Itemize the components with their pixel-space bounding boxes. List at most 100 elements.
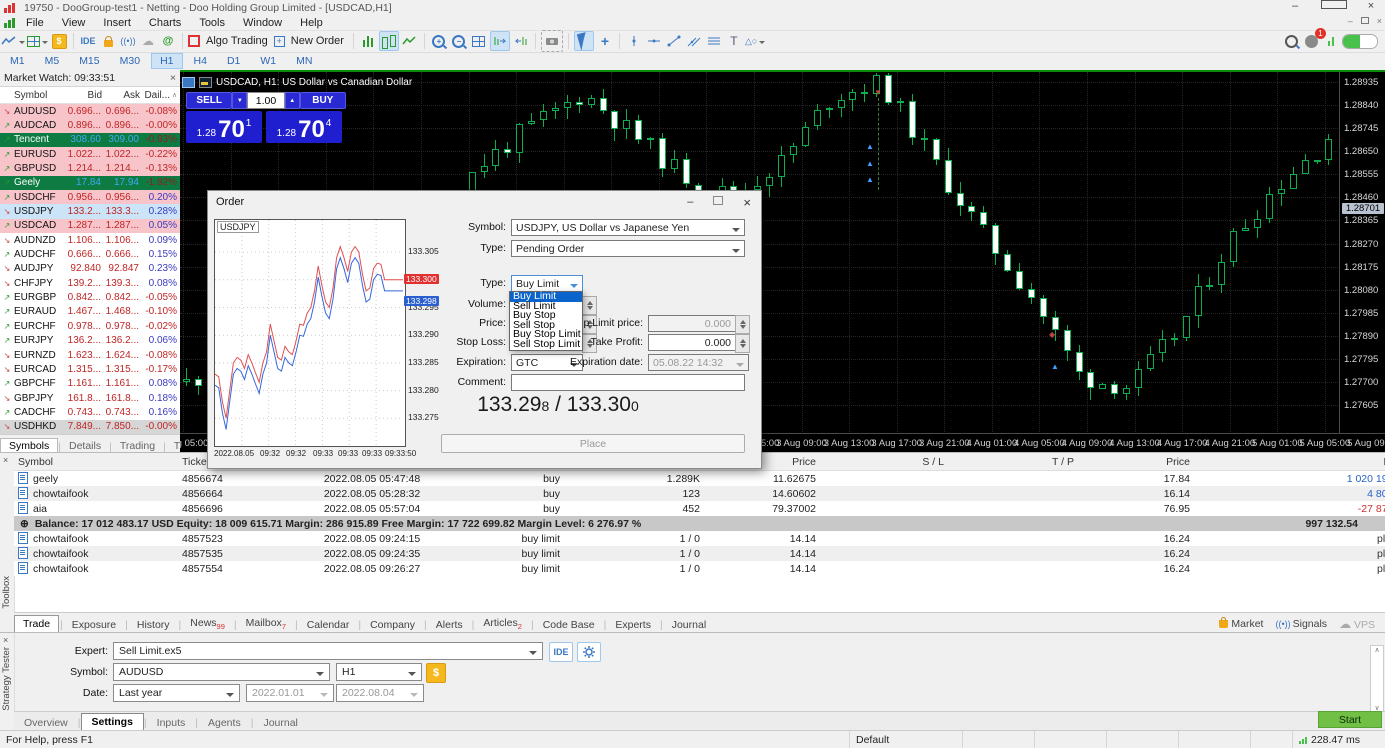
mw-tab-details[interactable]: Details: [61, 439, 109, 453]
symbol-select[interactable]: USDJPY, US Dollar vs Japanese Yen: [511, 219, 745, 236]
toolbox-close-icon[interactable]: ×: [3, 455, 8, 465]
price-axis[interactable]: 1.289351.288401.287451.286501.285551.284…: [1339, 72, 1385, 434]
toolbox-tab-trade[interactable]: Trade: [14, 615, 59, 633]
market-watch-row-EURUSD[interactable]: ↗EURUSD1.022...1.022...-0.22%: [0, 147, 180, 161]
timeframe-M1[interactable]: M1: [1, 53, 34, 69]
timeframe-D1[interactable]: D1: [218, 53, 249, 69]
toolbox-tab-code-base[interactable]: Code Base: [535, 617, 603, 633]
scroll-up-icon[interactable]: ∧: [172, 91, 180, 99]
new-chart-icon[interactable]: [1, 32, 25, 50]
timeframe-M5[interactable]: M5: [36, 53, 69, 69]
volume-spinner[interactable]: [582, 296, 597, 315]
tester-symbol-select[interactable]: AUDUSD: [113, 663, 330, 681]
toolbox-tab-experts[interactable]: Experts: [607, 617, 659, 633]
toolbox-tab-history[interactable]: History: [129, 617, 178, 633]
community-icon[interactable]: @: [159, 32, 177, 50]
trade-row[interactable]: chowtaifook48566642022.08.05 05:28:32buy…: [14, 486, 1385, 501]
order-type-option-sell-stop-limit[interactable]: Sell Stop Limit: [510, 340, 582, 350]
shapes-tool-icon[interactable]: △○: [745, 32, 765, 50]
expert-select[interactable]: Sell Limit.ex5: [113, 642, 543, 660]
trendline-tool-icon[interactable]: [665, 32, 683, 50]
broadcast-icon[interactable]: ((•)): [119, 32, 137, 50]
menu-help[interactable]: Help: [291, 17, 332, 29]
menu-window[interactable]: Window: [234, 17, 291, 29]
market-watch-row-GBPUSD[interactable]: ↗GBPUSD1.214...1.214...-0.13%: [0, 161, 180, 175]
buy-price-display[interactable]: 1.28704: [266, 111, 342, 143]
candlestick-mode-icon[interactable]: [379, 31, 399, 51]
auto-scroll-icon[interactable]: [490, 31, 510, 51]
market-watch-columns[interactable]: SymbolBidAskDail...∧: [0, 87, 180, 104]
profiles-icon[interactable]: [27, 32, 48, 50]
menu-tools[interactable]: Tools: [190, 17, 234, 29]
zoom-out-icon[interactable]: −: [450, 32, 468, 50]
horizontal-line-tool-icon[interactable]: [645, 32, 663, 50]
mw-column-1[interactable]: Bid: [64, 90, 104, 101]
tester-tab-overview[interactable]: Overview: [14, 715, 78, 731]
timeframe-H4[interactable]: H4: [185, 53, 216, 69]
timeframe-M15[interactable]: M15: [70, 53, 108, 69]
volume-up-stepper[interactable]: ▲: [285, 92, 300, 109]
date-range-select[interactable]: Last year: [113, 684, 240, 702]
order-kind-select[interactable]: Pending Order: [511, 240, 745, 257]
fibonacci-tool-icon[interactable]: [705, 32, 723, 50]
mw-column-0[interactable]: Symbol: [14, 90, 64, 101]
toolbox-tab-articles[interactable]: Articles2: [475, 615, 530, 633]
dialog-minimize-icon[interactable]: –: [687, 196, 693, 208]
market-watch-row-AUDNZD[interactable]: ↘AUDNZD1.106...1.106...0.09%: [0, 233, 180, 247]
trade-col-9[interactable]: Profit: [1194, 456, 1385, 468]
timeframe-W1[interactable]: W1: [251, 53, 285, 69]
market-watch-row-GBPJPY[interactable]: ↘GBPJPY161.8...161.8...0.18%: [0, 391, 180, 405]
timeframe-MN[interactable]: MN: [287, 53, 321, 69]
market-watch-row-EURAUD[interactable]: ↗EURAUD1.467...1.468...-0.10%: [0, 305, 180, 319]
market-watch-row-AUDCAD[interactable]: ↗AUDCAD0.896...0.896...-0.00%: [0, 118, 180, 132]
market-watch-close-icon[interactable]: ×: [170, 72, 176, 84]
place-button[interactable]: Place: [441, 434, 745, 453]
menu-view[interactable]: View: [53, 17, 95, 29]
screenshot-icon[interactable]: [541, 30, 563, 52]
algo-trading-button[interactable]: Algo Trading: [188, 32, 272, 50]
cursor-tool-icon[interactable]: [574, 31, 594, 51]
tester-scrollbar[interactable]: ∧∨: [1370, 645, 1384, 713]
chart-shift-icon[interactable]: [512, 32, 530, 50]
market-watch-row-EURCHF[interactable]: ↗EURCHF0.978...0.978...-0.02%: [0, 319, 180, 333]
tester-period-select[interactable]: H1: [336, 663, 422, 681]
maximize-button[interactable]: [1321, 0, 1345, 12]
market-watch-row-EURJPY[interactable]: ↗EURJPY136.2...136.2...0.06%: [0, 334, 180, 348]
trade-col-6[interactable]: S / L: [820, 456, 948, 468]
timeframe-M30[interactable]: M30: [111, 53, 149, 69]
tester-tab-journal[interactable]: Journal: [253, 715, 307, 731]
start-button[interactable]: Start: [1318, 711, 1382, 728]
market-watch-row-CADCHF[interactable]: ↗CADCHF0.743...0.743...0.16%: [0, 405, 180, 419]
market-watch-row-USDHKD[interactable]: ↘USDHKD7.849...7.850...-0.00%: [0, 420, 180, 434]
buy-button[interactable]: BUY: [300, 92, 346, 109]
close-button[interactable]: ×: [1359, 0, 1383, 12]
comment-input[interactable]: [511, 374, 745, 391]
expert-settings-button[interactable]: [577, 642, 601, 662]
tester-tab-agents[interactable]: Agents: [198, 715, 251, 731]
text-tool-icon[interactable]: T: [725, 32, 743, 50]
market-watch-row-AUDUSD[interactable]: ↘AUDUSD0.696...0.696...-0.08%: [0, 104, 180, 118]
trade-row[interactable]: chowtaifook48575542022.08.05 09:26:27buy…: [14, 561, 1385, 576]
dialog-close-icon[interactable]: ×: [743, 195, 751, 210]
deposit-settings-button[interactable]: $: [426, 663, 446, 683]
volume-input[interactable]: 1.00: [247, 92, 285, 109]
market-watch-row-EURNZD[interactable]: ↘EURNZD1.623...1.624...-0.08%: [0, 348, 180, 362]
timeframe-H1[interactable]: H1: [151, 53, 182, 69]
tile-windows-icon[interactable]: [470, 32, 488, 50]
market-watch-row-EURCAD[interactable]: ↘EURCAD1.315...1.315...-0.17%: [0, 362, 180, 376]
toolbox-tab-alerts[interactable]: Alerts: [428, 617, 471, 633]
trade-col-0[interactable]: Symbol: [14, 456, 178, 468]
child-window-controls[interactable]: –×: [1348, 16, 1382, 26]
channel-tool-icon[interactable]: [685, 32, 703, 50]
status-profile[interactable]: Default: [850, 731, 963, 748]
toolbox-tab-mailbox[interactable]: Mailbox7: [238, 615, 294, 633]
trade-row[interactable]: chowtaifook48575232022.08.05 09:24:15buy…: [14, 531, 1385, 546]
vertical-line-tool-icon[interactable]: [625, 32, 643, 50]
market-watch-row-Tencent[interactable]: ↗Tencent308.60309.00-0.93%: [0, 133, 180, 147]
market-watch-row-CHFJPY[interactable]: ↘CHFJPY139.2...139.3...0.08%: [0, 276, 180, 290]
order-dialog-title-bar[interactable]: Order – ×: [208, 191, 761, 213]
market-watch-row-USDCAD[interactable]: ↗USDCAD1.287...1.287...0.05%: [0, 219, 180, 233]
mw-column-3[interactable]: Dail...: [142, 90, 172, 101]
zoom-in-icon[interactable]: +: [430, 32, 448, 50]
tester-tab-inputs[interactable]: Inputs: [147, 715, 196, 731]
